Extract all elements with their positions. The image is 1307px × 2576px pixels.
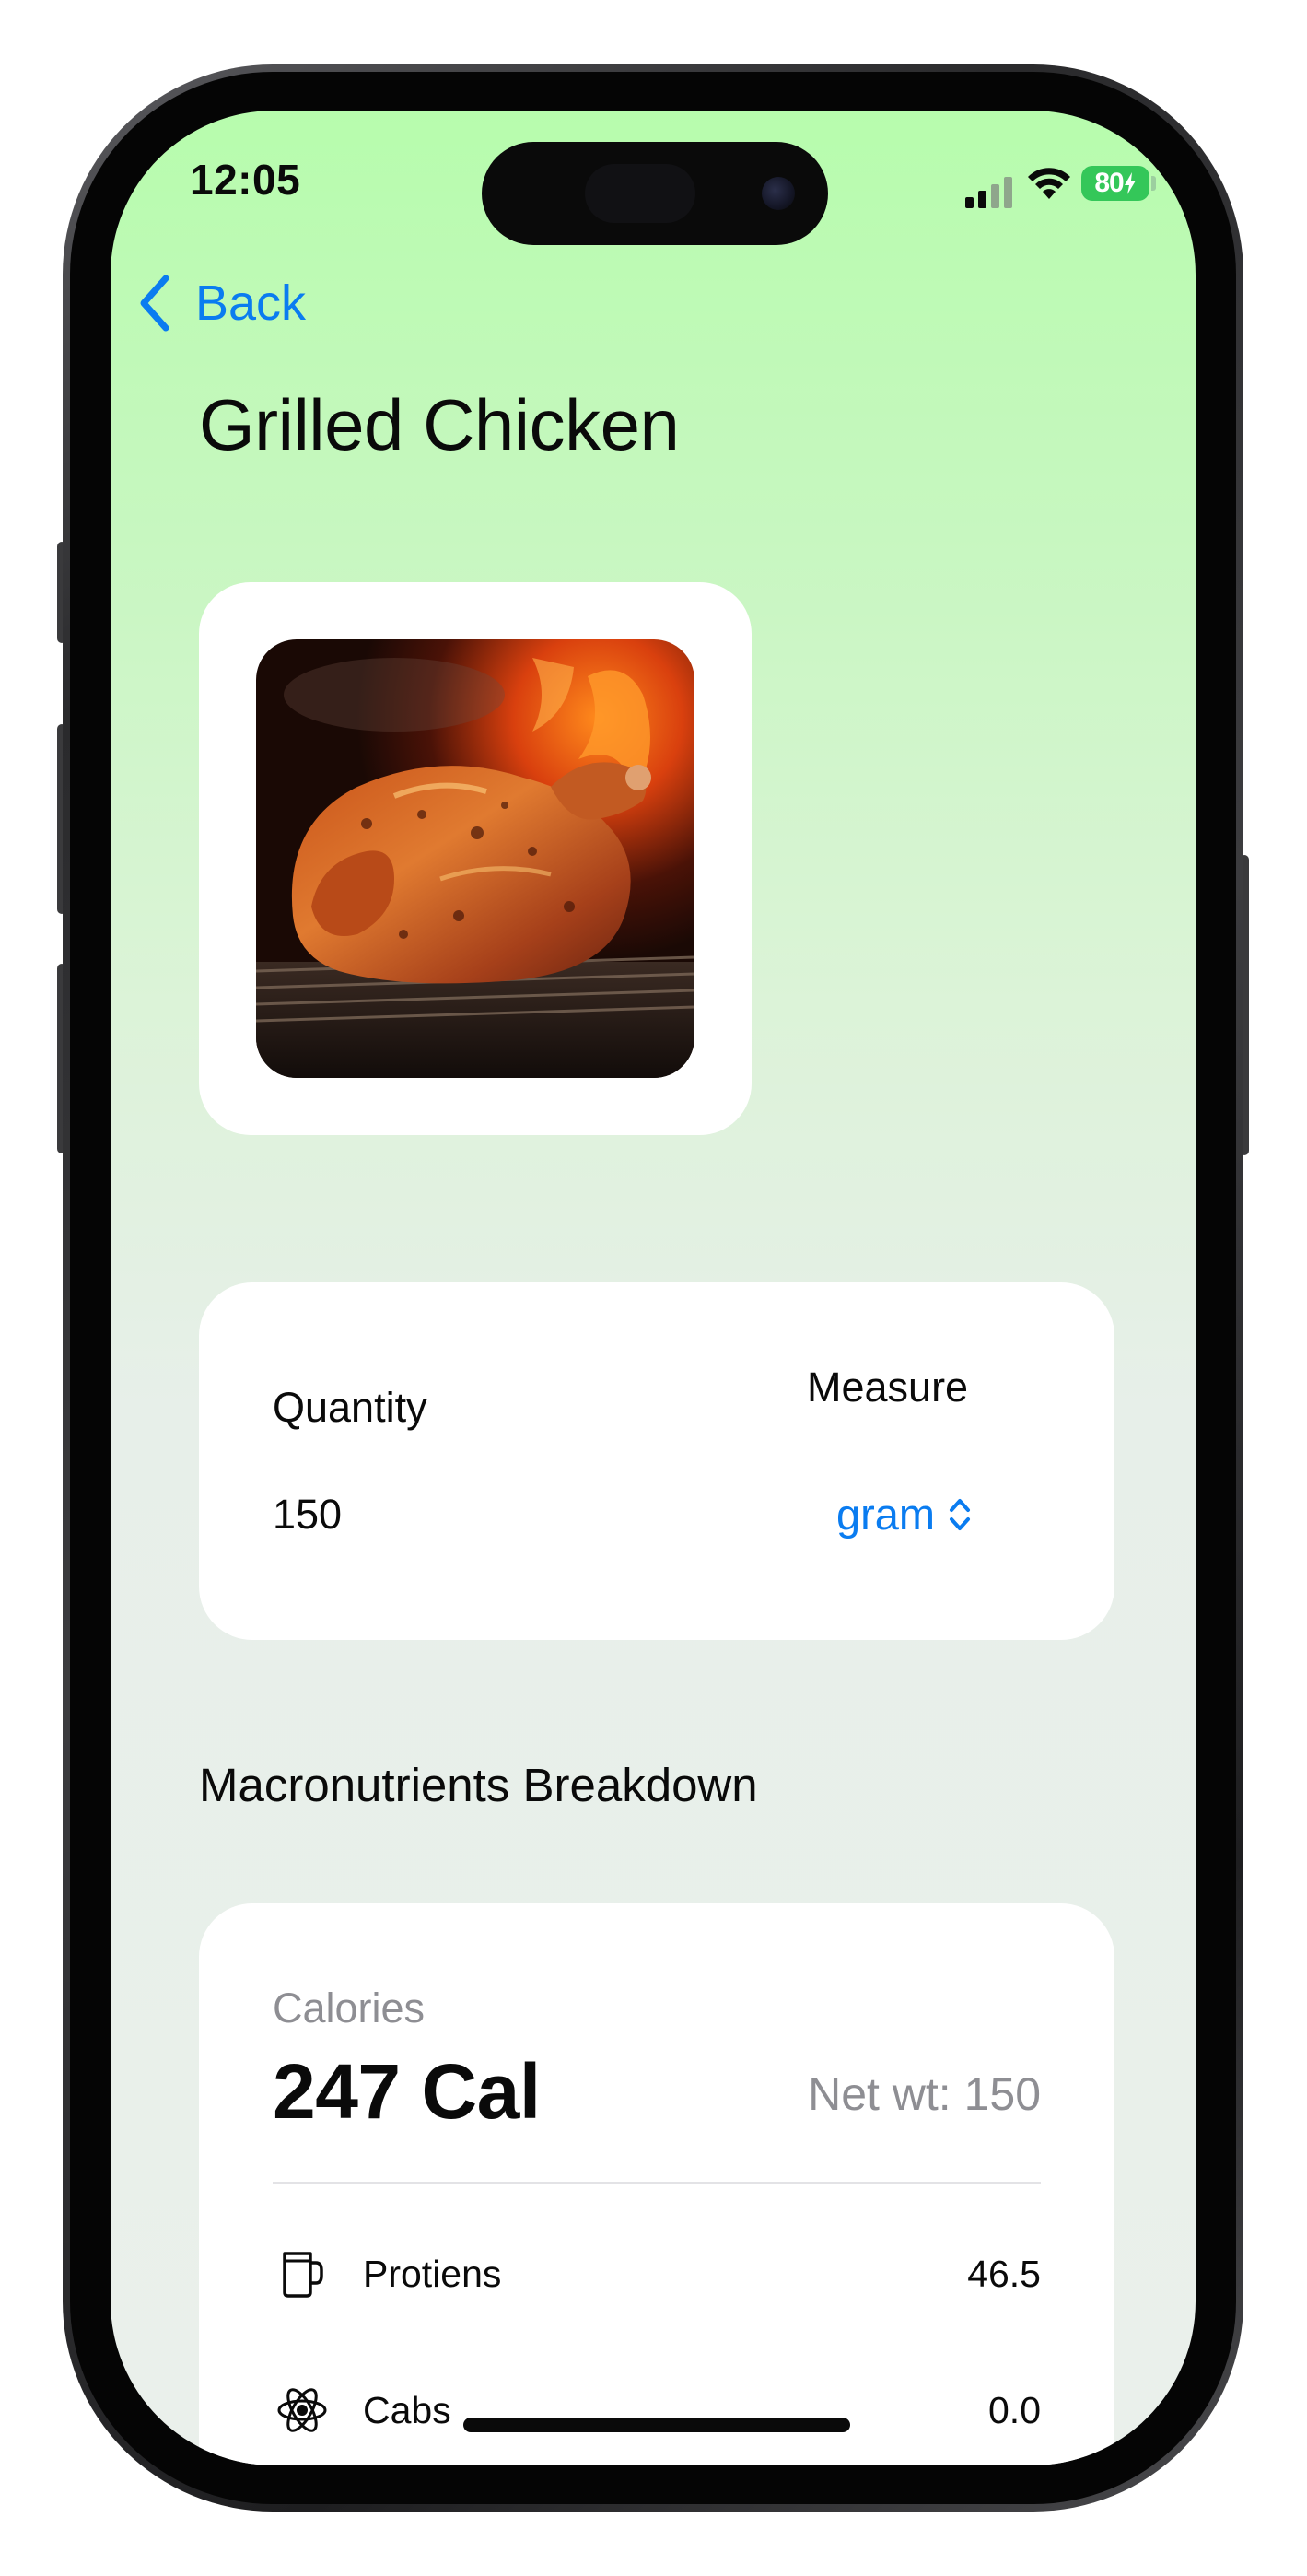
- camera-lens-icon: [762, 177, 795, 210]
- page-title: Grilled Chicken: [199, 384, 680, 465]
- dynamic-island: [482, 142, 828, 245]
- chevron-left-icon: [140, 275, 169, 332]
- calories-value: 247 Cal: [273, 2048, 541, 2135]
- back-label: Back: [195, 275, 307, 331]
- battery-level: 80: [1094, 168, 1124, 198]
- cup-icon: [273, 2244, 332, 2303]
- island-sensor: [585, 164, 695, 223]
- measure-value: gram: [836, 1490, 936, 1539]
- calories-caption: Calories: [273, 1985, 426, 2032]
- quantity-card: Quantity Measure 150 gram: [199, 1282, 1114, 1640]
- wifi-icon: [1028, 168, 1070, 199]
- net-weight: Net wt: 150: [808, 2068, 1041, 2120]
- home-indicator[interactable]: [463, 2418, 850, 2432]
- battery-indicator: 80: [1081, 166, 1149, 201]
- macro-label: Protiens: [363, 2252, 502, 2295]
- list-item-proteins: Protiens 46.5: [273, 2244, 1041, 2303]
- back-button[interactable]: Back: [138, 275, 306, 332]
- charging-bolt-icon: [1124, 172, 1136, 194]
- app-screen: 12:05 80 Back Grilled Chicken Quantity M…: [111, 111, 1196, 2465]
- chevron-up-down-icon: [950, 1498, 971, 1530]
- macro-value: 46.5: [967, 2252, 1041, 2295]
- status-time: 12:05: [190, 156, 301, 204]
- divider: [273, 2182, 1041, 2184]
- atom-icon: [273, 2381, 332, 2440]
- page: 12:05 80 Back Grilled Chicken Quantity M…: [0, 0, 1307, 2576]
- battery-tip: [1151, 176, 1156, 191]
- quantity-input[interactable]: 150: [273, 1491, 342, 1539]
- cellular-signal-icon: [965, 177, 1013, 208]
- grilled-chicken-image: [256, 639, 694, 1078]
- section-header-macros: Macronutrients Breakdown: [199, 1759, 758, 1811]
- measure-picker[interactable]: gram: [836, 1489, 972, 1540]
- quantity-label: Quantity: [273, 1384, 427, 1431]
- macros-card: Calories 247 Cal Net wt: 150 Protiens 46…: [199, 1903, 1114, 2465]
- food-image-card: [199, 582, 752, 1135]
- measure-label: Measure: [807, 1364, 969, 1411]
- macro-value: 0.0: [988, 2388, 1041, 2431]
